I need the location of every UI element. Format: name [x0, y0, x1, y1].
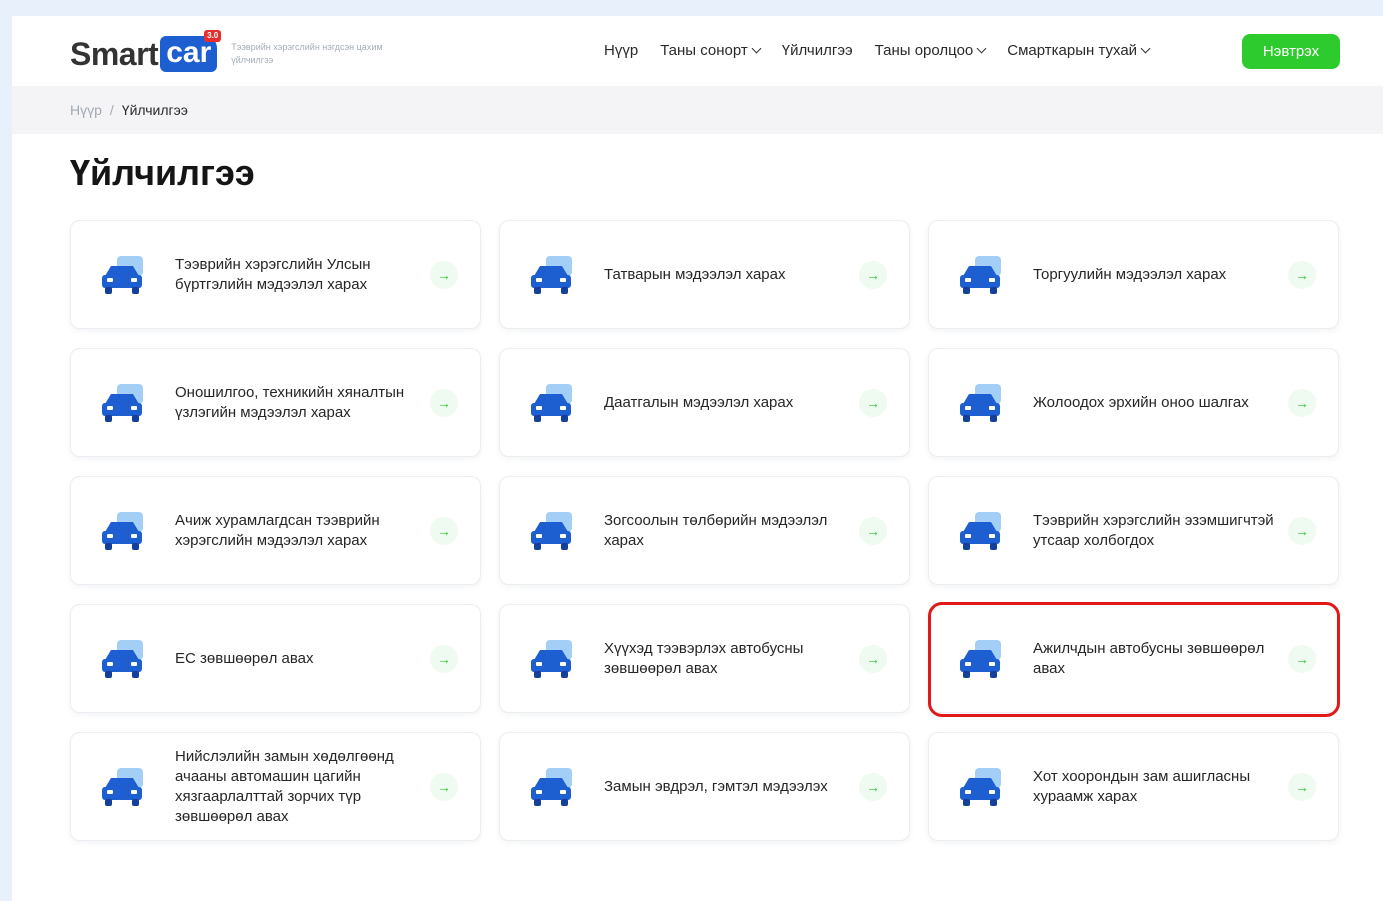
service-card[interactable]: Хот хоорондын зам ашигласны хураамж хара…	[928, 732, 1339, 841]
service-card-label: Татварын мэдээлэл харах	[604, 265, 786, 283]
arrow-right-icon[interactable]: →	[859, 772, 887, 801]
service-card-label: Тээврийн хэрэгслийн Улсын бүртгэлийн мэд…	[175, 255, 371, 293]
fine-car-icon	[957, 252, 1009, 298]
service-card-label: Торгуулийн мэдээлэл харах	[1033, 265, 1227, 283]
service-card[interactable]: Ачиж хурамлагдсан тээврийн хэрэгслийн мэ…	[70, 476, 481, 585]
service-card-label: Хот хоорондын зам ашигласны хураамж хара…	[1033, 767, 1251, 805]
login-button[interactable]: Нэвтрэх	[1242, 34, 1340, 69]
breadcrumb-home[interactable]: Нүүр	[70, 102, 102, 118]
page-title: Үйлчилгээ	[70, 152, 255, 193]
service-card[interactable]: Оношилгоо, техникийн хяналтын үзлэгийн м…	[70, 348, 481, 457]
truck-clock-icon	[99, 764, 151, 810]
arrow-right-icon[interactable]: →	[1288, 516, 1316, 545]
header: Smart car 3.0 Тээврийн хэрэгслийн нэгдсэн…	[12, 16, 1383, 86]
insurance-umbrella-icon	[528, 380, 580, 426]
service-card-label: Оношилгоо, техникийн хяналтын үзлэгийн м…	[175, 383, 405, 421]
service-card-label: Ачиж хурамлагдсан тээврийн хэрэгслийн мэ…	[175, 511, 380, 549]
service-card-label: Замын эвдрэл, гэмтэл мэдээлэх	[604, 777, 828, 795]
nav-participation[interactable]: Таны оролцоо	[874, 42, 987, 59]
arrow-right-icon[interactable]: →	[859, 516, 887, 545]
arrow-right-icon[interactable]: →	[430, 516, 458, 545]
worker-bus-icon	[957, 636, 1009, 682]
arrow-right-icon[interactable]: →	[1288, 388, 1316, 417]
child-bus-icon	[528, 636, 580, 682]
tax-car-icon	[528, 252, 580, 298]
diagnostics-car-icon	[99, 380, 151, 426]
service-card[interactable]: Татварын мэдээлэл харах →	[499, 220, 910, 329]
nav-services-label: Үйлчилгээ	[781, 42, 853, 59]
arrow-right-icon[interactable]: →	[1288, 260, 1316, 289]
service-card[interactable]: Нийслэлийн замын хөдөлгөөнд ачааны автом…	[70, 732, 481, 841]
parking-icon	[528, 508, 580, 554]
logo-version-badge: 3.0	[204, 30, 222, 42]
service-card[interactable]: Торгуулийн мэдээлэл харах →	[928, 220, 1339, 329]
nav-about-label: Смарткарын тухай	[1007, 42, 1138, 59]
chevron-down-icon	[751, 43, 762, 54]
service-card-label: Ажилчдын автобусны зөвшөөрөл авах	[1033, 639, 1265, 677]
impounded-car-icon	[99, 508, 151, 554]
nav-participation-label: Таны оролцоо	[874, 42, 974, 59]
arrow-right-icon[interactable]: →	[430, 772, 458, 801]
arrow-right-icon[interactable]: →	[859, 644, 887, 673]
main-nav: Нүүр Таны сонорт Үйлчилгээ Таны оролцоо …	[604, 42, 1151, 59]
logo-car: car 3.0	[160, 30, 222, 72]
service-card-label: Даатгалын мэдээлэл харах	[604, 393, 794, 411]
arrow-right-icon[interactable]: →	[859, 388, 887, 417]
service-card-label: Нийслэлийн замын хөдөлгөөнд ачааны автом…	[175, 747, 394, 825]
service-card[interactable]: Ажилчдын автобусны зөвшөөрөл авах →	[928, 604, 1339, 713]
service-card-label: Зогсоолын төлбөрийн мэдээлэл харах	[604, 511, 828, 549]
service-card[interactable]: ЕС зөвшөөрөл авах →	[70, 604, 481, 713]
car-registration-icon	[99, 252, 151, 298]
service-card[interactable]: Жолоодох эрхийн оноо шалгах →	[928, 348, 1339, 457]
arrow-right-icon[interactable]: →	[1288, 644, 1316, 673]
service-card[interactable]: Тээврийн хэрэгслийн эзэмшигчтэй утсаар х…	[928, 476, 1339, 585]
service-card-label: Жолоодох эрхийн оноо шалгах	[1033, 393, 1249, 411]
nav-about[interactable]: Смарткарын тухай	[1007, 42, 1151, 59]
nav-notices-label: Таны сонорт	[660, 42, 748, 59]
logo-tagline: Тээврийн хэрэгслийн нэгдсэн цахим үйлчил…	[231, 42, 383, 65]
owner-contact-icon	[957, 508, 1009, 554]
logo-word: Smart	[70, 35, 159, 72]
nav-notices[interactable]: Таны сонорт	[660, 42, 762, 59]
nav-home[interactable]: Нүүр	[604, 42, 638, 59]
breadcrumb-current: Үйлчилгээ	[121, 102, 188, 118]
chevron-down-icon	[1140, 43, 1151, 54]
breadcrumb: Нүүр / Үйлчилгээ	[12, 86, 1383, 134]
service-card[interactable]: Зогсоолын төлбөрийн мэдээлэл харах →	[499, 476, 910, 585]
road-damage-icon	[528, 764, 580, 810]
ec-permit-icon	[99, 636, 151, 682]
arrow-right-icon[interactable]: →	[1288, 772, 1316, 801]
service-card[interactable]: Хүүхэд тээвэрлэх автобусны зөвшөөрөл ава…	[499, 604, 910, 713]
service-card[interactable]: Тээврийн хэрэгслийн Улсын бүртгэлийн мэд…	[70, 220, 481, 329]
nav-services[interactable]: Үйлчилгээ	[782, 42, 853, 59]
driver-points-icon	[957, 380, 1009, 426]
arrow-right-icon[interactable]: →	[430, 388, 458, 417]
chevron-down-icon	[976, 43, 987, 54]
service-card[interactable]: Замын эвдрэл, гэмтэл мэдээлэх →	[499, 732, 910, 841]
toll-road-icon	[957, 764, 1009, 810]
breadcrumb-separator: /	[109, 102, 114, 118]
logo[interactable]: Smart car 3.0 Тээврийн хэрэгслийн нэгдсэн…	[70, 30, 391, 74]
page: Smart car 3.0 Тээврийн хэрэгслийн нэгдсэн…	[12, 16, 1383, 901]
service-card-label: Тээврийн хэрэгслийн эзэмшигчтэй утсаар х…	[1033, 511, 1274, 549]
service-card-label: Хүүхэд тээвэрлэх автобусны зөвшөөрөл ава…	[604, 639, 804, 677]
service-card[interactable]: Даатгалын мэдээлэл харах →	[499, 348, 910, 457]
service-card-label: ЕС зөвшөөрөл авах	[175, 649, 314, 667]
arrow-right-icon[interactable]: →	[430, 260, 458, 289]
arrow-right-icon[interactable]: →	[859, 260, 887, 289]
nav-home-label: Нүүр	[604, 42, 639, 59]
arrow-right-icon[interactable]: →	[430, 644, 458, 673]
